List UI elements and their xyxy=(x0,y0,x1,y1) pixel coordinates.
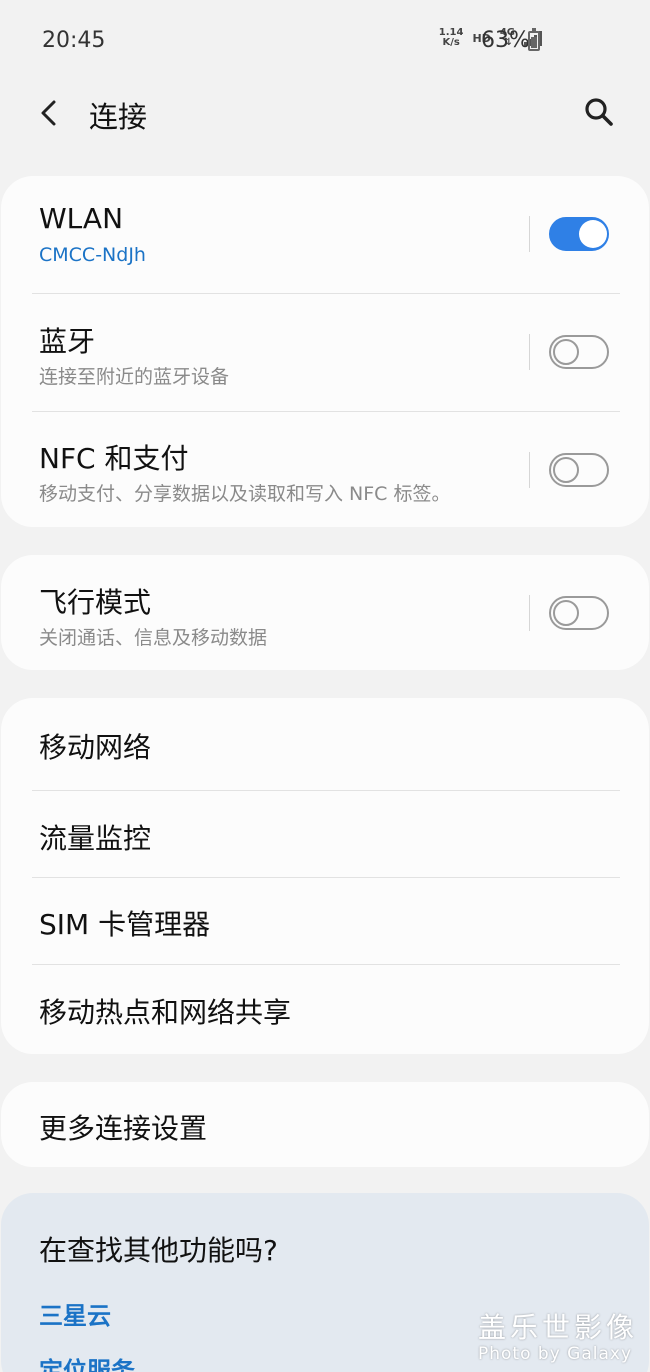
bluetooth-title: 蓝牙 xyxy=(39,325,96,358)
watermark-en: Photo by Galaxy xyxy=(478,1344,633,1364)
sim-manager-row[interactable]: SIM 卡管理器 xyxy=(1,878,649,964)
wlan-network-name: CMCC-NdJh xyxy=(39,244,146,266)
airplane-row[interactable]: 飞行模式 关闭通话、信息及移动数据 xyxy=(1,555,649,670)
watermark: 盖乐世影像 Photo by Galaxy xyxy=(478,1306,638,1364)
row-separator xyxy=(529,452,530,488)
data-usage-row[interactable]: 流量监控 xyxy=(1,791,649,877)
samsung-cloud-link[interactable]: 三星云 xyxy=(39,1296,111,1331)
status-time: 20:45 xyxy=(42,28,106,53)
chevron-left-icon[interactable] xyxy=(36,96,66,130)
net-speed-unit: K/s xyxy=(442,37,460,48)
net-speed: 1.14 K/s xyxy=(439,28,464,48)
airplane-title: 飞行模式 xyxy=(39,586,152,619)
bluetooth-subtitle: 连接至附近的蓝牙设备 xyxy=(39,366,230,388)
connectivity-card: WLAN CMCC-NdJh 蓝牙 连接至附近的蓝牙设备 NFC 和支付 移动支… xyxy=(1,176,649,527)
bluetooth-row[interactable]: 蓝牙 连接至附近的蓝牙设备 xyxy=(1,294,649,411)
app-header: 连接 xyxy=(0,80,650,150)
nfc-row[interactable]: NFC 和支付 移动支付、分享数据以及读取和写入 NFC 标签。 xyxy=(1,412,649,527)
sim-manager-label: SIM 卡管理器 xyxy=(39,908,211,941)
airplane-subtitle: 关闭通话、信息及移动数据 xyxy=(39,627,268,649)
data-usage-label: 流量监控 xyxy=(39,822,152,855)
nfc-toggle[interactable] xyxy=(549,453,609,487)
status-bar: 20:45 1.14 K/s HD 4G ⇅ 63% xyxy=(0,0,650,80)
row-separator xyxy=(529,334,530,370)
hotspot-row[interactable]: 移动热点和网络共享 xyxy=(1,965,649,1054)
more-settings-label: 更多连接设置 xyxy=(39,1112,208,1145)
toggle-knob xyxy=(579,220,607,248)
nfc-subtitle: 移动支付、分享数据以及读取和写入 NFC 标签。 xyxy=(39,483,451,505)
suggestions-title: 在查找其他功能吗? xyxy=(39,1234,278,1267)
bluetooth-toggle[interactable] xyxy=(549,335,609,369)
wlan-row[interactable]: WLAN CMCC-NdJh xyxy=(1,176,649,294)
watermark-cn: 盖乐世影像 xyxy=(478,1311,639,1344)
location-services-link[interactable]: 定位服务 xyxy=(39,1351,135,1372)
hotspot-label: 移动热点和网络共享 xyxy=(39,996,292,1029)
row-separator xyxy=(529,216,530,252)
battery-icon xyxy=(528,28,540,51)
more-settings-row[interactable]: 更多连接设置 xyxy=(1,1082,649,1167)
toggle-knob xyxy=(553,600,579,626)
toggle-knob xyxy=(553,457,579,483)
network-card: 移动网络 流量监控 SIM 卡管理器 移动热点和网络共享 xyxy=(1,698,649,1054)
nfc-title: NFC 和支付 xyxy=(39,442,189,475)
wlan-toggle[interactable] xyxy=(549,217,609,251)
airplane-card: 飞行模式 关闭通话、信息及移动数据 xyxy=(1,555,649,670)
mobile-network-row[interactable]: 移动网络 xyxy=(1,698,649,790)
airplane-toggle[interactable] xyxy=(549,596,609,630)
battery-percent: 63% xyxy=(481,28,530,53)
mobile-network-label: 移动网络 xyxy=(39,731,152,764)
more-settings-card: 更多连接设置 xyxy=(1,1082,649,1167)
row-separator xyxy=(529,595,530,631)
toggle-knob xyxy=(553,339,579,365)
page-title: 连接 xyxy=(89,100,148,134)
wlan-title: WLAN xyxy=(39,202,124,235)
search-icon[interactable] xyxy=(583,96,615,128)
